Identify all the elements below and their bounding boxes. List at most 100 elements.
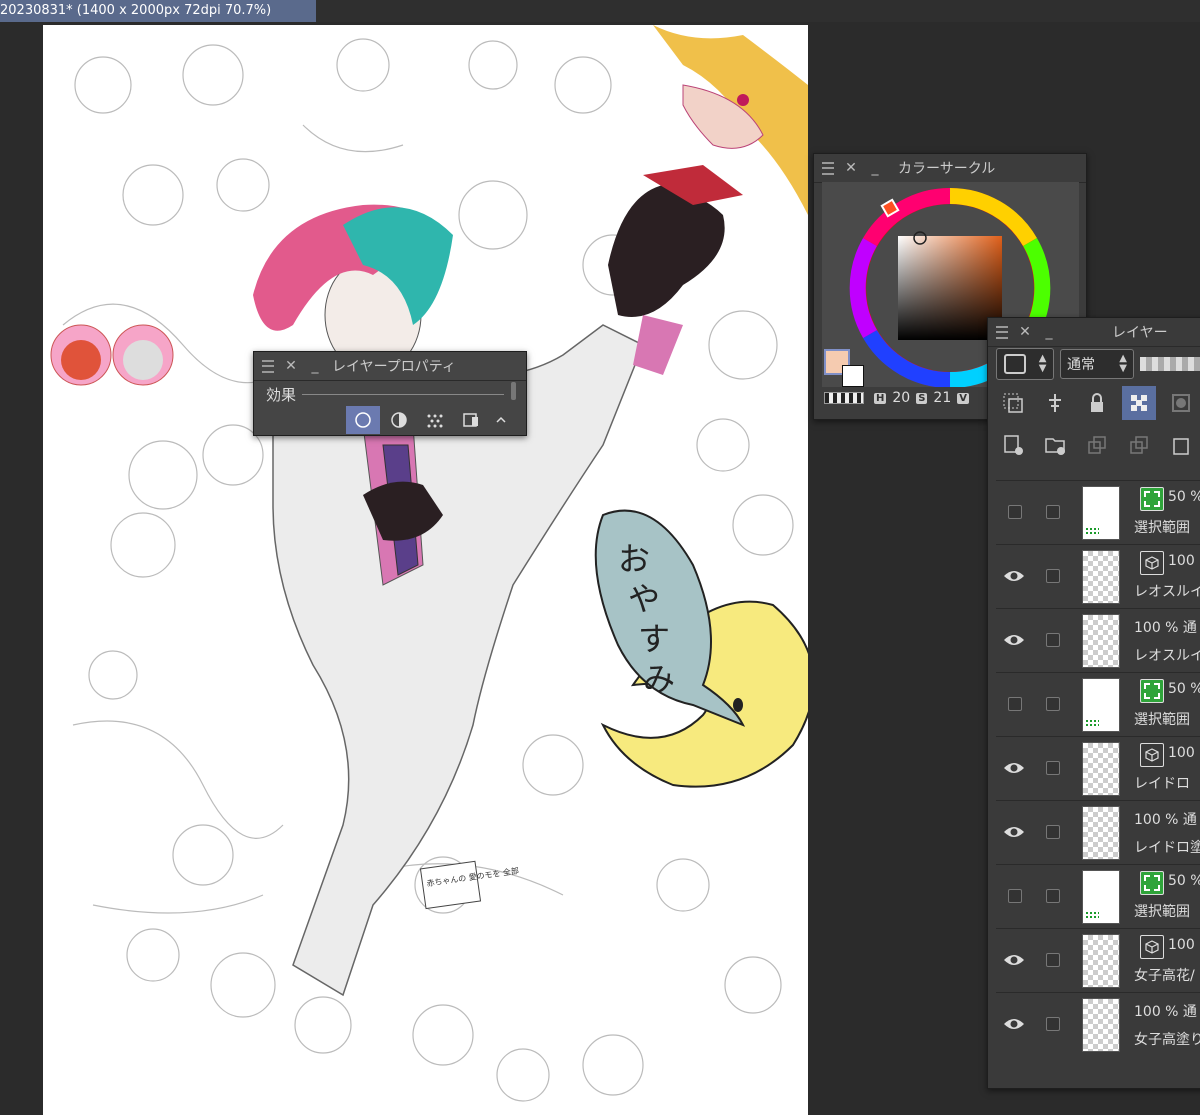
edit-target-checkbox[interactable] xyxy=(1046,953,1060,967)
color-circle-title: カラーサークル xyxy=(898,161,996,177)
hsv-readout: H 20 S 21 V xyxy=(874,390,969,406)
layer-property-scrollbar[interactable] xyxy=(511,382,516,400)
effect-label: 効果 xyxy=(266,385,297,404)
close-icon[interactable]: ✕ xyxy=(1018,324,1032,340)
edit-target-checkbox[interactable] xyxy=(1046,633,1060,647)
tone-effect-icon[interactable] xyxy=(382,406,416,434)
top-bar xyxy=(316,0,1200,22)
sub-color-swatch[interactable] xyxy=(842,365,864,387)
layer-row[interactable]: 100 女子高花/ xyxy=(996,928,1200,992)
eye-icon[interactable] xyxy=(1002,949,1026,971)
delete-layer-icon[interactable] xyxy=(1164,428,1198,462)
layer-opacity: 50 % xyxy=(1168,681,1200,697)
lock-icon[interactable] xyxy=(1080,386,1114,420)
edit-target-checkbox[interactable] xyxy=(1046,761,1060,775)
halftone-icon[interactable] xyxy=(418,406,452,434)
hue-value[interactable]: 20 xyxy=(892,390,910,406)
layer-name[interactable]: 選択範囲 xyxy=(1134,901,1190,921)
effect-divider xyxy=(302,393,504,395)
layer-property-titlebar[interactable]: ✕ _ レイヤープロパティ xyxy=(254,352,526,381)
collapse-chevron-icon[interactable] xyxy=(490,406,512,434)
edit-target-checkbox[interactable] xyxy=(1046,505,1060,519)
layer-opacity: 100 % 通 xyxy=(1134,1004,1197,1020)
mask-icon[interactable] xyxy=(1164,386,1198,420)
layer-name[interactable]: 選択範囲 xyxy=(1134,709,1190,729)
eye-icon[interactable] xyxy=(1002,629,1026,651)
lock-transparency-icon[interactable] xyxy=(1122,386,1156,420)
edit-target-checkbox[interactable] xyxy=(1046,825,1060,839)
layer-thumbnail xyxy=(1082,870,1120,924)
layer-opacity: 50 % xyxy=(1168,873,1200,889)
layer-panel-titlebar[interactable]: ✕ _ レイヤー xyxy=(988,318,1200,347)
layer-thumbnail xyxy=(1082,742,1120,796)
layer-row[interactable]: 50 % 選択範囲 xyxy=(996,864,1200,928)
layer-name[interactable]: 選択範囲 xyxy=(1134,517,1190,537)
layer-name[interactable]: レイドロ xyxy=(1134,773,1190,793)
layer-tool-row-1 xyxy=(996,386,1198,420)
layer-name[interactable]: 女子高花/ xyxy=(1134,965,1195,985)
panel-menu-icon[interactable] xyxy=(822,161,834,175)
visibility-checkbox[interactable] xyxy=(1008,505,1022,519)
layer-color-toggle[interactable]: ▲ ▼ xyxy=(996,348,1054,380)
saturation-value[interactable]: 21 xyxy=(933,390,951,406)
layer-tool-row-2 xyxy=(996,428,1198,462)
edit-target-checkbox[interactable] xyxy=(1046,1017,1060,1031)
selection-layer-icon xyxy=(1140,487,1164,511)
color-circle-titlebar[interactable]: ✕ _ カラーサークル xyxy=(814,154,1086,183)
bubble-char-1: お xyxy=(618,540,650,578)
layer-name[interactable]: 女子高塗り xyxy=(1134,1029,1200,1049)
layer-row[interactable]: 100 % 通レオスルイス xyxy=(996,608,1200,672)
bubble-char-3: す xyxy=(638,620,670,658)
layer-row[interactable]: 100 % 通レイドロ塗 xyxy=(996,800,1200,864)
spinner-icon: ▲ ▼ xyxy=(1119,353,1127,374)
bubble-char-4: み xyxy=(643,660,675,698)
transfer-down-icon[interactable] xyxy=(1080,428,1114,462)
new-folder-icon[interactable] xyxy=(1038,428,1072,462)
eye-icon[interactable] xyxy=(1002,1013,1026,1035)
eye-icon[interactable] xyxy=(1002,757,1026,779)
edit-target-checkbox[interactable] xyxy=(1046,569,1060,583)
close-icon[interactable]: ✕ xyxy=(284,358,298,374)
hue-label: H xyxy=(874,392,887,404)
selection-dots xyxy=(1085,911,1099,919)
document-tab[interactable]: 20230831* (1400 x 2000px 72dpi 70.7%) xyxy=(0,0,316,22)
minimize-icon[interactable]: _ xyxy=(308,358,322,374)
layer-thumbnail xyxy=(1082,614,1120,668)
minimize-icon[interactable]: _ xyxy=(868,160,882,176)
layer-opacity: 100 xyxy=(1168,745,1195,761)
layer-row[interactable]: 50 % 選択範囲 xyxy=(996,480,1200,544)
reference-layer-icon[interactable] xyxy=(1038,386,1072,420)
layer-panel-title: レイヤー xyxy=(1112,325,1168,341)
layer-row[interactable]: 50 % 選択範囲 xyxy=(996,672,1200,736)
layer-opacity: 100 xyxy=(1168,937,1195,953)
cube-icon xyxy=(1140,935,1164,959)
close-icon[interactable]: ✕ xyxy=(844,160,858,176)
edit-target-checkbox[interactable] xyxy=(1046,697,1060,711)
layer-row[interactable]: 100 % 通女子高塗り xyxy=(996,992,1200,1056)
eye-icon[interactable] xyxy=(1002,821,1026,843)
layer-name[interactable]: レオスルイス xyxy=(1134,645,1200,665)
border-effect-icon[interactable] xyxy=(346,406,380,434)
minimize-icon[interactable]: _ xyxy=(1042,324,1056,340)
opacity-slider[interactable] xyxy=(1140,357,1200,371)
layer-row[interactable]: 100 レオスルイ xyxy=(996,544,1200,608)
layer-name[interactable]: レオスルイ xyxy=(1134,581,1200,601)
layer-row[interactable]: 100 レイドロ xyxy=(996,736,1200,800)
visibility-checkbox[interactable] xyxy=(1008,697,1022,711)
panel-menu-icon[interactable] xyxy=(262,359,274,373)
layer-name[interactable]: レイドロ塗 xyxy=(1134,837,1200,857)
eye-icon[interactable] xyxy=(1002,565,1026,587)
drawing-canvas[interactable]: お や す み 赤ちゃんの 愛のモを 全部 xyxy=(43,25,808,1115)
edit-target-checkbox[interactable] xyxy=(1046,889,1060,903)
value-label: V xyxy=(957,392,969,404)
new-raster-layer-icon[interactable] xyxy=(996,428,1030,462)
visibility-checkbox[interactable] xyxy=(1008,889,1022,903)
blend-mode-select[interactable]: 通常 ▲ ▼ xyxy=(1060,349,1134,379)
layer-color-icon[interactable] xyxy=(454,406,488,434)
layer-thumbnail xyxy=(1082,486,1120,540)
merge-down-icon[interactable] xyxy=(1122,428,1156,462)
panel-menu-icon[interactable] xyxy=(996,325,1008,339)
layer-opacity: 100 xyxy=(1168,553,1195,569)
clipping-icon[interactable] xyxy=(996,386,1030,420)
transparent-swatch[interactable] xyxy=(824,392,864,404)
